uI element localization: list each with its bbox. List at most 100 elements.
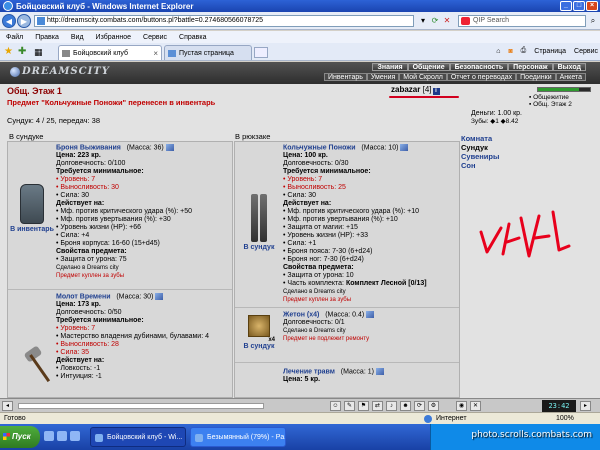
forward-button[interactable]: ▶ — [17, 14, 31, 28]
favorites-star-icon[interactable]: ★ — [4, 46, 13, 57]
subnav-transfers[interactable]: Отчет о переводах — [446, 73, 517, 81]
exit-chat-icon[interactable]: ✕ — [470, 401, 481, 411]
trap-icon[interactable]: ◉ — [456, 401, 467, 411]
stop-icon[interactable]: ✕ — [442, 15, 452, 27]
nav-chat[interactable]: Общение — [407, 63, 450, 71]
translit-icon[interactable]: ⇄ — [372, 401, 383, 411]
red-handwriting-doodle — [479, 210, 571, 258]
people-icon[interactable]: ☻ — [400, 401, 411, 411]
taskbar-window-ie[interactable]: Бойцовский клуб - Wi... — [90, 427, 186, 447]
sidebar-room[interactable]: Комната — [461, 134, 499, 143]
minimize-button[interactable]: _ — [560, 1, 572, 11]
subnav-skills[interactable]: Умения — [366, 73, 400, 81]
smile-icon[interactable]: ☺ — [330, 401, 341, 411]
maximize-button[interactable]: □ — [573, 1, 585, 11]
subnav-profile[interactable]: Анкета — [555, 73, 586, 81]
back-button[interactable]: ◀ — [2, 14, 16, 28]
item-name[interactable]: Лечение травм — [283, 368, 335, 375]
to-inventory-link[interactable]: В инвентарь — [10, 226, 54, 233]
item-act: Защита от магии: +15 — [283, 224, 459, 232]
window-titlebar[interactable]: Бойцовский клуб - Windows Internet Explo… — [0, 0, 600, 12]
user-level: [4] — [422, 85, 432, 94]
nav-character[interactable]: Персонаж — [508, 63, 553, 71]
item-made: Сделано в Dreams city — [283, 289, 346, 296]
menu-file[interactable]: Файл — [6, 34, 23, 41]
tab-fight-club[interactable]: Бойцовский клуб × — [58, 45, 162, 60]
item-act: Сила: +4 — [56, 232, 232, 240]
list-item: x4 В сундук Жетон (x4) (Масса: 0.4) Долг… — [235, 309, 459, 363]
nav-knowledge[interactable]: Знания — [372, 63, 408, 71]
menu-tools[interactable]: Сервис — [143, 34, 167, 41]
item-name[interactable]: Молот Времени — [56, 293, 111, 300]
quick-tabs-icon[interactable]: ▦ — [34, 47, 44, 57]
search-input[interactable]: QIP Search — [458, 15, 586, 27]
new-tab-button[interactable] — [254, 47, 268, 58]
item-price: Цена: 100 кр. — [283, 152, 328, 160]
item-set-label: Часть комплекта: — [287, 280, 344, 288]
nav-security[interactable]: Безопасность — [449, 63, 509, 71]
item-name[interactable]: Кольчужные Поножи — [283, 144, 356, 151]
settings-icon[interactable]: ⚙ — [428, 401, 439, 411]
feeds-icon[interactable]: ◙ — [508, 48, 512, 55]
security-zone: Интернет — [424, 413, 467, 424]
close-button[interactable]: × — [586, 1, 598, 11]
ie-launch-icon[interactable] — [44, 431, 54, 441]
item-name[interactable]: Броня Выживания — [56, 144, 121, 151]
sound-icon[interactable]: ♪ — [386, 401, 397, 411]
menu-edit[interactable]: Правка — [35, 34, 59, 41]
menu-icon[interactable]: ▸ — [580, 401, 591, 411]
chat-toggle-icon[interactable]: ◂ — [2, 401, 13, 411]
tab-blank[interactable]: Пустая страница — [164, 45, 252, 60]
taskbar-window-paint[interactable]: Безымянный (79%) - Pa... — [190, 427, 286, 447]
item-mass: (Масса: 0.4) — [325, 311, 365, 319]
window-title: Бойцовский клуб - Windows Internet Explo… — [16, 1, 194, 11]
sidebar-sleep[interactable]: Сон — [461, 161, 499, 170]
media-launch-icon[interactable] — [70, 431, 80, 441]
start-button[interactable]: Пуск — [0, 426, 40, 448]
hp-bar-fill — [538, 88, 579, 91]
desktop-launch-icon[interactable] — [57, 431, 67, 441]
sidebar-souvenirs[interactable]: Сувениры — [461, 152, 499, 161]
list-item: Молот Времени (Масса: 30) Цена: 173 кр. … — [8, 291, 232, 398]
logo-text: DREAMSCITY — [22, 66, 110, 77]
item-req: Уровень: 7 — [56, 176, 232, 184]
chat-input[interactable] — [18, 403, 264, 409]
subnav-scroll[interactable]: Мой Скролл — [399, 73, 447, 81]
nav-exit[interactable]: Выход — [552, 63, 586, 71]
refresh-chat-icon[interactable]: ⟳ — [414, 401, 425, 411]
menu-favorites[interactable]: Избранное — [96, 34, 131, 41]
zoom-level[interactable]: 100% — [556, 413, 574, 424]
menu-help[interactable]: Справка — [179, 34, 206, 41]
item-acts-title: Действует на: — [56, 357, 105, 365]
filter-icon[interactable]: ⚑ — [358, 401, 369, 411]
subnav-fights[interactable]: Поединки — [516, 73, 556, 81]
item-name[interactable]: Жетон (x4) — [283, 311, 319, 318]
home-icon[interactable]: ⌂ — [496, 48, 500, 55]
tools-menu[interactable]: Сервис — [574, 48, 598, 55]
dropdown-icon[interactable]: ▾ — [418, 15, 428, 27]
hammer-icon — [17, 345, 51, 387]
to-chest-link[interactable]: В сундук — [237, 244, 281, 251]
item-flag-icon — [165, 144, 174, 151]
to-chest-link[interactable]: В сундук — [237, 343, 281, 350]
item-act: Мф. против увертывания (%): +30 — [56, 216, 232, 224]
add-favorite-icon[interactable]: ✚ — [18, 46, 26, 57]
refresh-icon[interactable]: ⟳ — [430, 15, 440, 27]
print-icon[interactable]: ⎙ — [521, 47, 527, 55]
room-dormitory[interactable]: ▪ Общежитие — [529, 94, 572, 101]
user-info-icon[interactable]: i — [432, 88, 440, 95]
transfer-notice: Предмет "Кольчужные Поножи" перенесен в … — [7, 98, 216, 107]
menu-view[interactable]: Вид — [71, 34, 84, 41]
page-menu[interactable]: Страница — [534, 48, 566, 55]
tab-close-icon[interactable]: × — [153, 46, 158, 61]
tab-favicon — [62, 50, 70, 57]
item-act: Ловкость: -1 — [56, 365, 232, 373]
search-icon[interactable]: ⌕ — [588, 16, 598, 26]
room-floor-2[interactable]: ▪ Общ. Этаж 2 — [529, 101, 572, 108]
subnav-inventory[interactable]: Инвентарь — [324, 73, 367, 81]
address-bar[interactable]: http://dreamscity.combats.com/buttons.pl… — [34, 15, 414, 27]
clear-icon[interactable]: ✎ — [344, 401, 355, 411]
user-name[interactable]: zabazar [4] i — [391, 85, 440, 95]
search-placeholder: QIP Search — [473, 17, 510, 24]
item-details: Молот Времени (Масса: 30) Цена: 173 кр. … — [56, 293, 232, 381]
